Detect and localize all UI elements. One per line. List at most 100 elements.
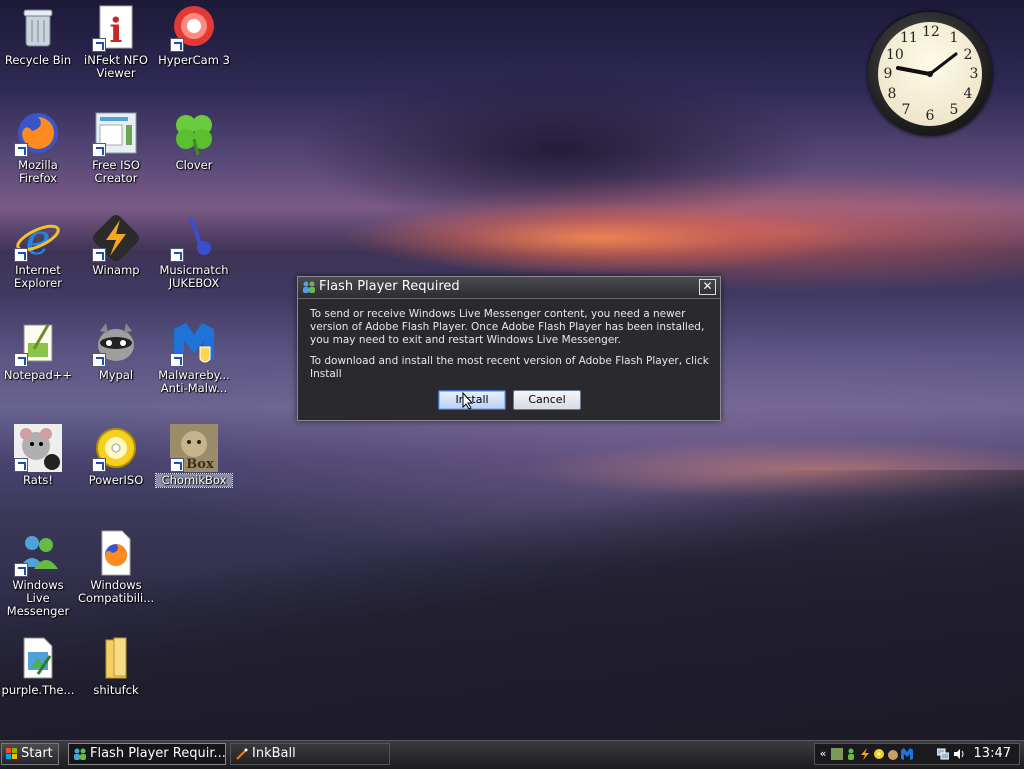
malwarebytes-icon[interactable] [901, 748, 913, 760]
desktop-icon-notepadpp[interactable]: Notepad++ [0, 319, 76, 382]
clock-gadget[interactable]: 12 1 2 3 4 5 6 7 8 9 10 11 [868, 12, 992, 136]
windows-live-messenger-icon [14, 529, 62, 577]
firefox-document-icon [92, 529, 140, 577]
start-button[interactable]: Start [1, 743, 59, 765]
tray-expand-button[interactable]: « [817, 748, 829, 760]
shortcut-arrow-icon [14, 563, 28, 577]
clock-hands [896, 52, 958, 77]
taskbar-window-flash-player[interactable]: Flash Player Requir... [68, 743, 226, 765]
folder-icon [92, 634, 140, 682]
icon-label: Free ISO Creator [92, 158, 140, 185]
icon-label: Mozilla Firefox [18, 158, 58, 185]
free-iso-creator-icon [92, 109, 140, 157]
taskbar: Start Flash Player Requir... InkBall « 1… [0, 740, 1024, 769]
shortcut-arrow-icon [14, 353, 28, 367]
poweriso-icon [92, 424, 140, 472]
icon-label: HyperCam 3 [158, 53, 230, 67]
volume-icon[interactable] [953, 748, 965, 760]
desktop-icon-free-iso-creator[interactable]: Free ISO Creator [78, 109, 154, 185]
desktop-icon-recycle-bin[interactable]: Recycle Bin [0, 4, 76, 67]
hamster-icon[interactable] [887, 748, 899, 760]
internet-explorer-icon: e [14, 214, 62, 264]
musicmatch-icon [170, 214, 218, 262]
desktop-icon-musicmatch[interactable]: Musicmatch JUKEBOX [156, 214, 232, 290]
dialog-message-text: To send or receive Windows Live Messenge… [310, 308, 705, 346]
icon-label: Windows Live Messenger [6, 578, 70, 618]
taskbar-window-label: InkBall [252, 746, 296, 761]
shortcut-arrow-icon [14, 458, 28, 472]
messenger-icon [74, 748, 86, 760]
desktop-icon-mypal[interactable]: Mypal [78, 319, 154, 382]
desktop-icon-windows-compatibility[interactable]: Windows Compatibili... [78, 529, 154, 605]
inkball-icon [236, 748, 248, 760]
flash-player-required-dialog[interactable]: Flash Player Required ✕ To send or recei… [297, 276, 721, 421]
icon-label: Mypal [98, 368, 134, 382]
icon-label: Notepad++ [3, 368, 73, 382]
desktop-wallpaper-shore [0, 470, 1024, 740]
mouse-cursor-icon [462, 392, 474, 410]
shortcut-arrow-icon [170, 353, 184, 367]
desktop-icon-internet-explorer[interactable]: e Internet Explorer [0, 214, 76, 290]
desktop-icon-shitufck-folder[interactable]: shitufck [78, 634, 154, 697]
shortcut-arrow-icon [170, 38, 184, 52]
icon-label: shitufck [93, 683, 139, 697]
icon-label: purple.The... [1, 683, 75, 697]
shortcut-arrow-icon [92, 458, 106, 472]
shortcut-arrow-icon [92, 38, 106, 52]
windows-logo-icon [6, 748, 18, 760]
firefox-icon [14, 109, 62, 157]
infekt-icon: i [92, 4, 140, 52]
rats-icon [14, 424, 62, 472]
desktop-icon-firefox[interactable]: Mozilla Firefox [0, 109, 76, 185]
icon-label: Recycle Bin [4, 53, 72, 67]
clover-icon [170, 109, 218, 157]
icon-label: Internet Explorer [14, 263, 62, 290]
desktop-icon-malwarebytes[interactable]: Malwareby... Anti-Malw... [156, 319, 232, 395]
cancel-button[interactable]: Cancel [513, 390, 581, 410]
hypercam-icon [170, 4, 218, 52]
messenger-icon [302, 281, 316, 296]
recycle-bin-icon [14, 4, 62, 52]
system-tray: « 13:47 [814, 743, 1020, 765]
shortcut-arrow-icon [170, 248, 184, 262]
taskbar-window-label: Flash Player Requir... [90, 746, 226, 761]
shortcut-arrow-icon [92, 353, 106, 367]
svg-text:i: i [110, 11, 123, 51]
icon-label: PowerISO [88, 473, 144, 487]
icon-label: Musicmatch JUKEBOX [159, 263, 229, 290]
desktop-icon-winamp[interactable]: Winamp [78, 214, 154, 277]
icon-label: Clover [175, 158, 213, 172]
network-icon[interactable] [936, 748, 950, 760]
desktop-icon-hypercam[interactable]: HyperCam 3 [156, 4, 232, 67]
icon-label: ChomikBox [155, 473, 233, 488]
desktop[interactable]: Recycle Bin Mozilla Firefox e Internet E… [0, 0, 1024, 740]
desktop-icon-chomikbox[interactable]: Box ChomikBox [155, 424, 233, 488]
desktop-icon-poweriso[interactable]: PowerISO [78, 424, 154, 487]
winamp-icon[interactable] [859, 748, 871, 760]
desktop-icon-purple-image[interactable]: purple.The... [0, 634, 76, 697]
dialog-message: To send or receive Windows Live Messenge… [310, 308, 710, 389]
taskbar-window-inkball[interactable]: InkBall [230, 743, 390, 765]
mypal-icon [92, 319, 140, 367]
shortcut-arrow-icon [14, 143, 28, 157]
shortcut-arrow-icon [92, 143, 106, 157]
notepadpp-icon [14, 319, 62, 367]
dialog-message-text: To download and install the most recent … [310, 355, 709, 380]
tray-clock[interactable]: 13:47 [974, 746, 1011, 761]
image-file-icon [14, 634, 62, 682]
close-button[interactable]: ✕ [699, 279, 716, 295]
desktop-icon-clover[interactable]: Clover [156, 109, 232, 172]
dialog-title: Flash Player Required [319, 279, 460, 294]
icon-label: Windows Compatibili... [78, 578, 155, 605]
messenger-icon[interactable] [845, 748, 857, 760]
clock-face: 12 1 2 3 4 5 6 7 8 9 10 11 [878, 22, 982, 126]
app-icon[interactable] [831, 748, 843, 760]
desktop-icon-rats[interactable]: Rats! [0, 424, 76, 487]
icon-label: iNFekt NFO Viewer [84, 53, 148, 80]
desktop-icon-windows-live-messenger[interactable]: Windows Live Messenger [0, 529, 76, 618]
desktop-icon-infekt[interactable]: i iNFekt NFO Viewer [78, 4, 154, 80]
winamp-icon [92, 214, 140, 262]
icon-label: Rats! [23, 473, 53, 487]
dialog-titlebar[interactable]: Flash Player Required ✕ [298, 277, 720, 299]
poweriso-icon[interactable] [873, 748, 885, 760]
